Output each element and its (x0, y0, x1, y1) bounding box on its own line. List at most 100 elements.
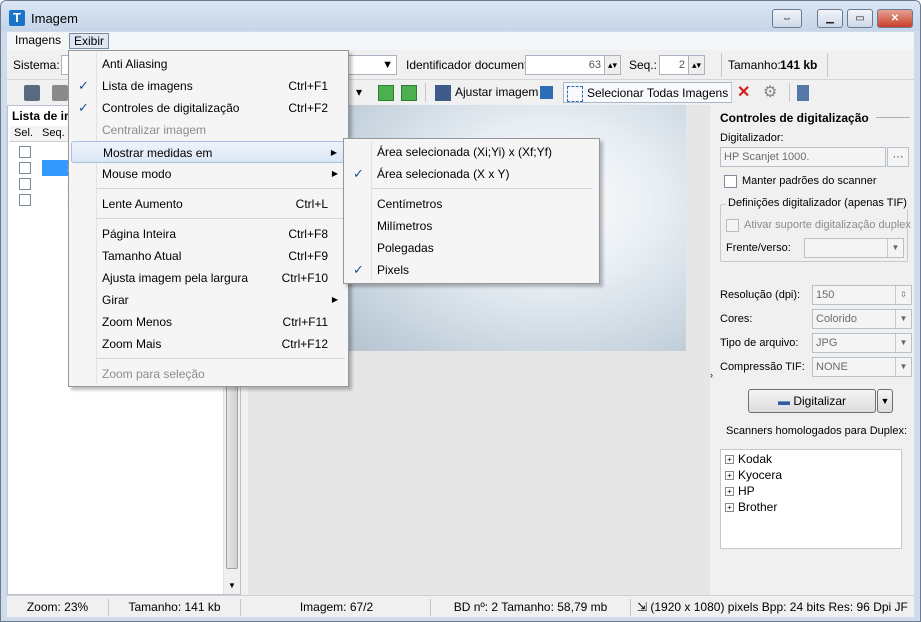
close-button[interactable]: ✕ (877, 9, 913, 28)
digitalizar-dropdown-button[interactable]: ▼ (877, 389, 893, 413)
menu-item-lente-aumento[interactable]: Lente Aumento Ctrl+L (71, 193, 346, 215)
expand-icon[interactable]: + (725, 471, 734, 481)
dropdown-arrow-icon[interactable]: ▾ (353, 82, 365, 103)
rotate-right-icon[interactable] (398, 82, 424, 103)
digitalizar-button[interactable]: ▬ Digitalizar (748, 389, 876, 413)
digitalizador-input[interactable]: HP Scanjet 1000. (720, 147, 886, 167)
browse-button[interactable]: ··· (887, 147, 909, 167)
maximize-button[interactable]: ▭ (847, 9, 873, 28)
selecionar-todas-button[interactable]: Selecionar Todas Imagens (563, 82, 733, 103)
duplex-checkbox[interactable] (726, 219, 739, 232)
seq-input[interactable]: 2 (659, 55, 689, 75)
col-sel-header[interactable]: Sel. (14, 127, 33, 139)
cores-combo[interactable]: Colorido ▼ (812, 309, 912, 329)
compressao-combo[interactable]: NONE ▼ (812, 357, 912, 377)
submenu-item-centimetros[interactable]: Centímetros (346, 193, 597, 215)
ajustar-imagem-button[interactable]: Ajustar imagem (432, 82, 541, 103)
submenu-item-area-xy[interactable]: ✓ Área selecionada (X x Y) (346, 163, 597, 185)
menu-imagens[interactable]: Imagens (11, 33, 65, 49)
tree-node-kodak[interactable]: + Kodak (725, 452, 772, 466)
status-pixels: ⇲ (1920 x 1080) pixels Bpp: 24 bits Res:… (637, 600, 908, 614)
row-checkbox[interactable] (19, 178, 31, 190)
menu-item-zoom-mais[interactable]: Zoom Mais Ctrl+F12 (71, 333, 346, 355)
menu-item-tamanho-atual[interactable]: Tamanho Atual Ctrl+F9 (71, 245, 346, 267)
row-checkbox[interactable] (19, 146, 31, 158)
menu-item-pagina-inteira[interactable]: Página Inteira Ctrl+F8 (71, 223, 346, 245)
print-icon[interactable] (21, 82, 47, 103)
save-icon[interactable] (537, 82, 560, 103)
submenu-item-area-xiyi[interactable]: Área selecionada (Xi;Yi) x (Xf;Yf) (346, 141, 597, 163)
status-bd: BD nº: 2 Tamanho: 58,79 mb (431, 599, 631, 616)
menubar: Imagens Exibir (7, 32, 914, 50)
tree-node-brother[interactable]: + Brother (725, 500, 777, 514)
scanners-tree[interactable]: + Kodak + Kyocera + HP + Brother (720, 449, 902, 549)
menu-separator (97, 218, 345, 219)
ajustar-icon (435, 84, 451, 101)
gear-icon[interactable]: ⚙ (760, 82, 780, 103)
image-list-title: Lista de im (12, 109, 75, 123)
menu-item-zoom-menos[interactable]: Zoom Menos Ctrl+F11 (71, 311, 346, 333)
duplex-label: Ativar suporte digitalização duplex (744, 219, 911, 231)
compressao-label: Compressão TIF: (720, 361, 805, 373)
menu-item-anti-aliasing[interactable]: Anti Aliasing (71, 53, 346, 75)
medidas-submenu: Área selecionada (Xi;Yi) x (Xf;Yf) ✓ Área… (343, 138, 600, 284)
delete-icon[interactable]: ✕ (734, 82, 753, 103)
expand-icon[interactable]: + (725, 503, 734, 513)
menu-item-mouse-modo[interactable]: Mouse modo ▶ (71, 163, 346, 185)
minimize-button[interactable]: ▁ (817, 9, 843, 28)
row-checkbox[interactable] (19, 162, 31, 174)
tamanho-label: Tamanho: (728, 58, 781, 72)
menu-separator (372, 188, 592, 189)
resolucao-input[interactable]: 150 ⇳ (812, 285, 912, 305)
expand-icon[interactable]: + (725, 487, 734, 497)
sistema-label: Sistema: (13, 58, 60, 72)
menu-item-girar[interactable]: Girar ▶ (71, 289, 346, 311)
identificador-spinner[interactable]: ▴▾ (604, 55, 621, 75)
separator (721, 53, 722, 77)
collapse-arrow-icon[interactable]: › (710, 370, 713, 380)
separator (425, 83, 426, 102)
menu-item-ajusta-largura[interactable]: Ajusta imagem pela largura Ctrl+F10 (71, 267, 346, 289)
check-icon: ✓ (78, 100, 89, 115)
tipo-label: Tipo de arquivo: (720, 337, 799, 349)
submenu-arrow-icon: ▶ (331, 295, 338, 304)
scanner-icon: ▬ (777, 394, 794, 408)
expand-icon[interactable]: + (725, 455, 734, 465)
status-imagem: Imagem: 67/2 (243, 599, 431, 616)
tree-node-kyocera[interactable]: + Kyocera (725, 468, 782, 482)
menu-separator (97, 188, 345, 189)
chevron-down-icon: ▼ (895, 334, 911, 352)
spinner-icon[interactable]: ⇳ (895, 286, 911, 304)
resolucao-label: Resolução (dpi): (720, 289, 801, 301)
submenu-item-pixels[interactable]: ✓ Pixels (346, 259, 597, 281)
row-checkbox[interactable] (19, 194, 31, 206)
frente-combo[interactable]: ▼ (804, 238, 904, 258)
menu-item-controles[interactable]: ✓ Controles de digitalização Ctrl+F2 (71, 97, 346, 119)
measure-icon: ⇲ (637, 600, 651, 614)
manter-checkbox[interactable] (724, 175, 737, 188)
separator (731, 83, 732, 102)
digitalizador-label: Digitalizador: (720, 132, 784, 144)
status-bar: Zoom: 23% Tamanho: 141 kb Imagem: 67/2 B… (7, 595, 914, 617)
separator (827, 53, 828, 77)
restore-layout-icon[interactable]: ⇔ (772, 9, 802, 28)
submenu-item-milimetros[interactable]: Milímetros (346, 215, 597, 237)
frente-label: Frente/verso: (726, 242, 791, 254)
exibir-menu: Anti Aliasing ✓ Lista de imagens Ctrl+F1 ✓… (68, 50, 349, 387)
seq-spinner[interactable]: ▴▾ (688, 55, 705, 75)
identificador-input[interactable]: 63 (525, 55, 605, 75)
exit-door-icon[interactable] (794, 82, 816, 103)
menu-item-mostrar-medidas[interactable]: Mostrar medidas em ▶ (71, 141, 346, 163)
scroll-down-icon[interactable]: ▼ (226, 580, 238, 592)
chevron-down-icon: ▼ (895, 358, 911, 376)
tipo-combo[interactable]: JPG ▼ (812, 333, 912, 353)
menu-item-lista-imagens[interactable]: ✓ Lista de imagens Ctrl+F1 (71, 75, 346, 97)
col-seq-header[interactable]: Seq. (42, 127, 65, 139)
app-icon: T (9, 10, 25, 26)
submenu-arrow-icon: ▶ (330, 148, 337, 157)
menu-exibir[interactable]: Exibir (69, 33, 110, 49)
sistema-combo-right[interactable]: ▼ (345, 55, 397, 75)
tree-node-hp[interactable]: + HP (725, 484, 755, 498)
submenu-item-polegadas[interactable]: Polegadas (346, 237, 597, 259)
separator (789, 83, 790, 102)
